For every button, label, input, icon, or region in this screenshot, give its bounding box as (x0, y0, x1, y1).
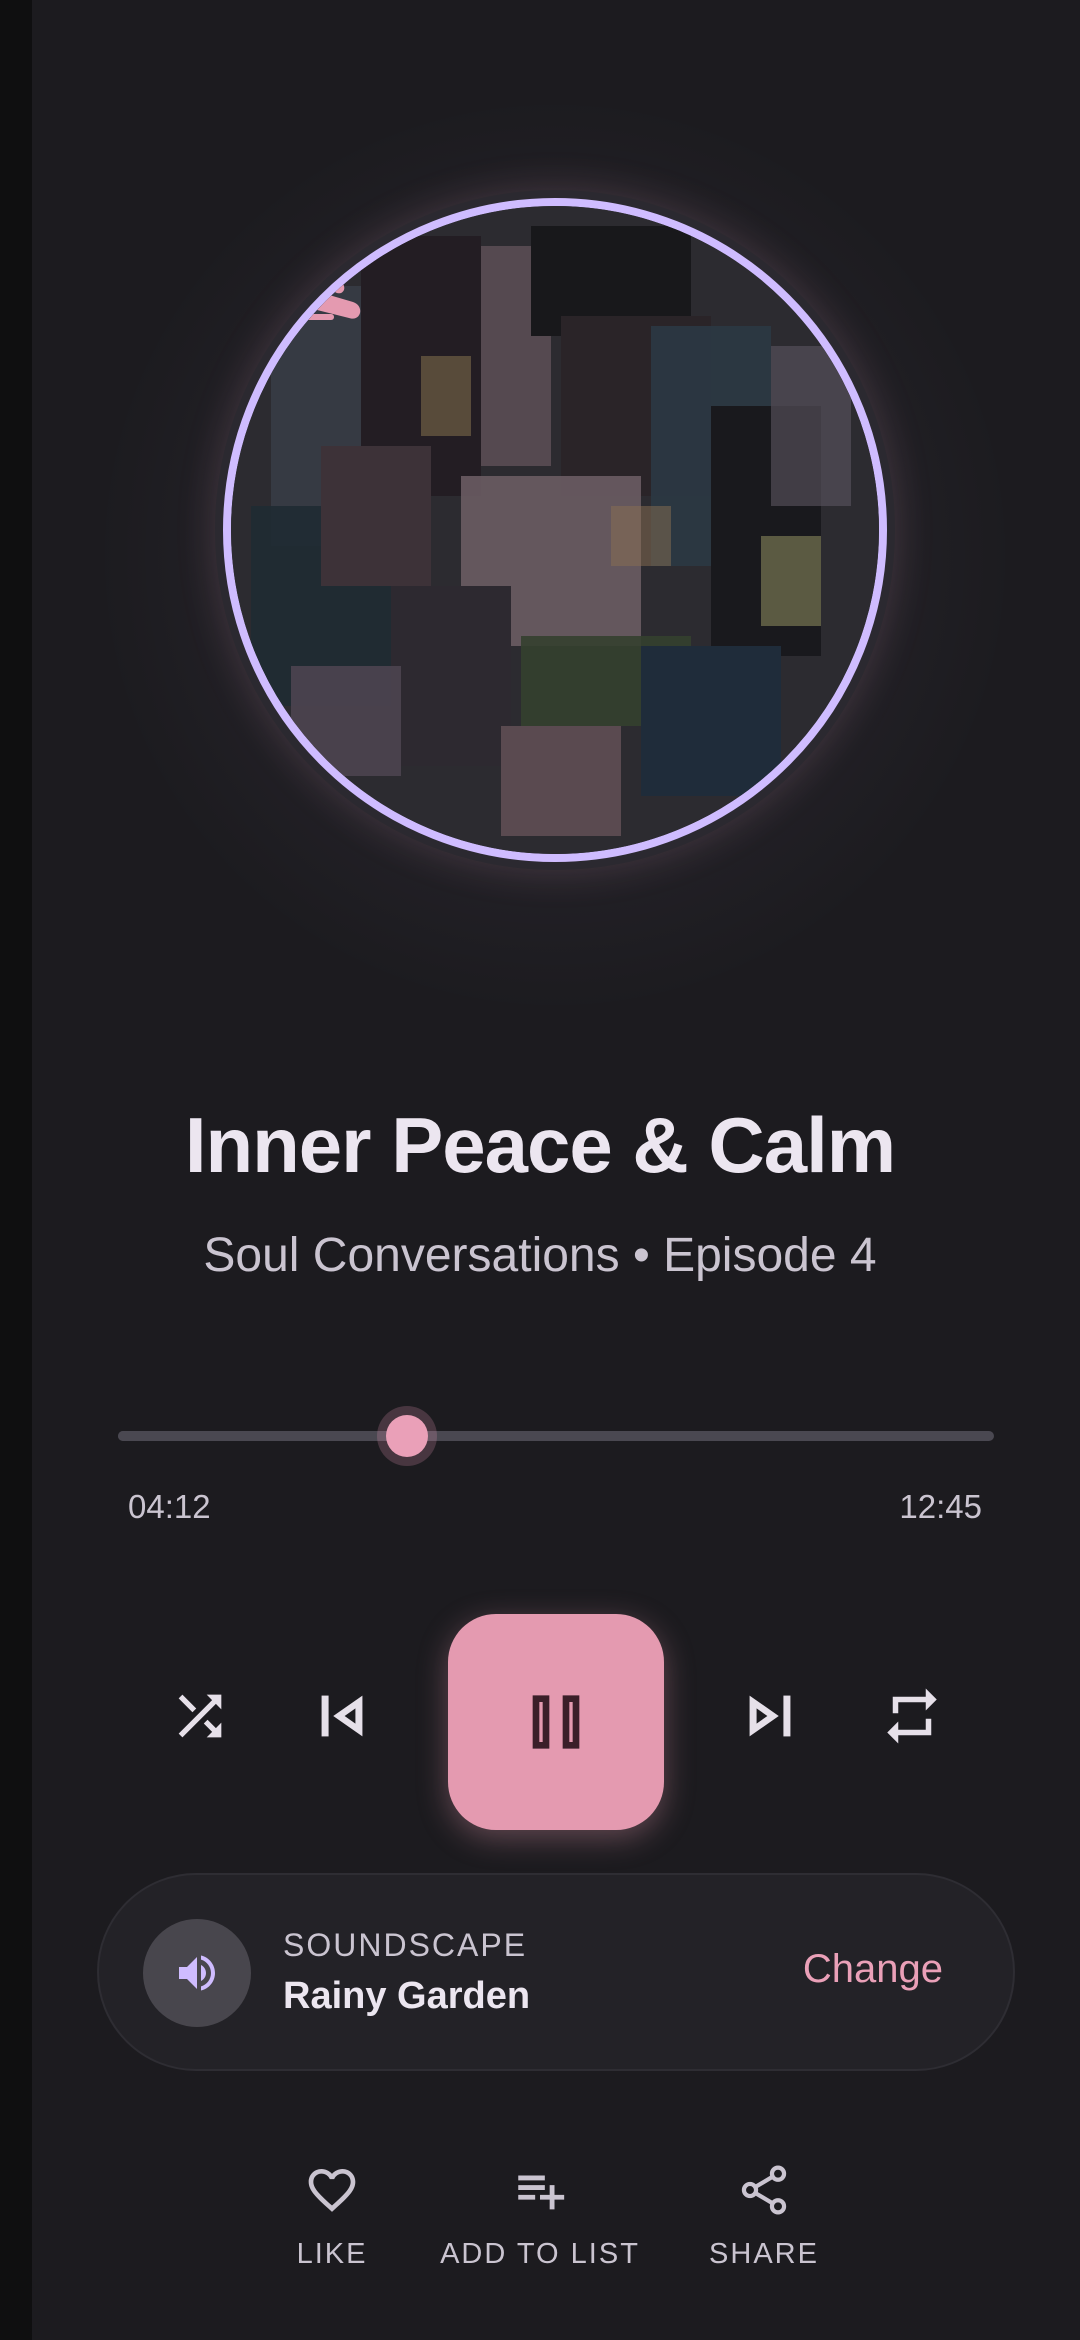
share-button[interactable]: SHARE (704, 2160, 824, 2271)
next-button[interactable] (730, 1676, 810, 1756)
pause-button[interactable] (448, 1614, 664, 1830)
track-subtitle: Soul Conversations • Episode 4 (203, 1229, 877, 1282)
album-art-image (223, 198, 887, 862)
add-to-list-button[interactable]: ADD TO LIST (440, 2160, 640, 2271)
soundscape-name: Rainy Garden (283, 1975, 531, 2017)
skip-next-icon (749, 1695, 791, 1737)
now-playing-screen: Inner Peace & Calm Soul Conversations • … (0, 0, 1080, 2340)
like-button[interactable]: LIKE (282, 2160, 382, 2271)
repeat-icon (887, 1688, 937, 1744)
seek-thumb[interactable] (377, 1406, 438, 1466)
add-to-list-label: ADD TO LIST (440, 2238, 640, 2270)
heart-icon (308, 2169, 356, 2212)
change-soundscape-button[interactable]: Change (803, 1947, 943, 1992)
album-art (215, 190, 895, 870)
soundscape-card[interactable]: SOUNDSCAPE Rainy Garden Change (97, 1873, 1015, 2071)
repeat-button[interactable] (872, 1676, 952, 1756)
seek-bar[interactable] (118, 1431, 994, 1441)
pause-icon (532, 1695, 580, 1749)
meditation-icon (241, 207, 361, 320)
soundscape-icon-badge (143, 1919, 251, 2027)
share-icon (741, 2165, 787, 2215)
current-time: 04:12 (128, 1488, 211, 1525)
playlist-add-icon (518, 2175, 565, 2210)
skip-previous-icon (321, 1695, 363, 1737)
track-title: Inner Peace & Calm (184, 1101, 896, 1189)
seek-bar-fill (118, 1431, 408, 1441)
shuffle-button[interactable] (160, 1676, 240, 1756)
previous-button[interactable] (302, 1676, 382, 1756)
share-label: SHARE (709, 2238, 819, 2270)
total-time: 12:45 (899, 1488, 982, 1525)
volume-icon (179, 1955, 215, 1991)
like-label: LIKE (296, 2238, 368, 2270)
soundscape-label: SOUNDSCAPE (283, 1927, 528, 1963)
shuffle-icon (178, 1694, 222, 1738)
